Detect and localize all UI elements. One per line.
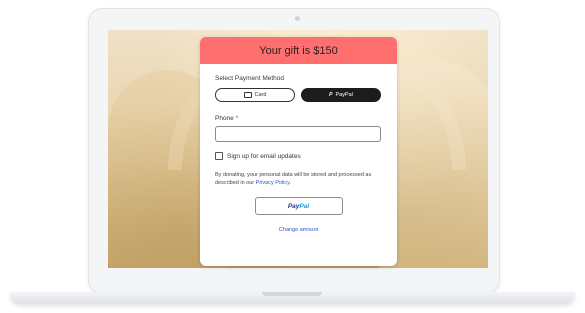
email-updates-label: Sign up for email updates (227, 152, 301, 160)
credit-card-icon (243, 92, 252, 98)
privacy-disclaimer: By donating, your personal data will be … (215, 171, 385, 187)
donation-card: Your gift is $150 Select Payment Method … (200, 37, 397, 266)
gift-title: Your gift is $150 (259, 44, 338, 57)
phone-input[interactable] (215, 126, 381, 142)
privacy-policy-link[interactable]: Privacy Policy (256, 180, 290, 186)
paypal-checkout-button[interactable]: Pay Pal (254, 197, 343, 215)
camera-dot (295, 16, 300, 21)
paypal-logo-pal: Pal (299, 202, 310, 210)
gift-header: Your gift is $150 (200, 37, 397, 64)
laptop-notch (262, 292, 322, 296)
paypal-icon: P (329, 92, 333, 98)
phone-label-text: Phone (215, 115, 234, 122)
card-option-label: Card (254, 92, 267, 98)
payment-method-toggle: Card P PayPal (215, 88, 382, 102)
paypal-logo-pay: Pay (287, 202, 300, 210)
email-updates-checkbox[interactable] (215, 152, 223, 160)
disclaimer-text: By donating, your personal data will be … (215, 172, 372, 186)
email-updates-row[interactable]: Sign up for email updates (215, 152, 382, 160)
payment-method-label: Select Payment Method (215, 75, 285, 82)
paypal-option-button[interactable]: P PayPal (301, 88, 381, 102)
required-marker: * (235, 115, 239, 122)
change-amount-link[interactable]: Change amount (215, 227, 382, 233)
card-option-button[interactable]: Card (215, 88, 295, 102)
phone-label: Phone * (215, 115, 382, 122)
paypal-option-label: PayPal (335, 92, 353, 98)
disclaimer-end: . (289, 180, 292, 186)
